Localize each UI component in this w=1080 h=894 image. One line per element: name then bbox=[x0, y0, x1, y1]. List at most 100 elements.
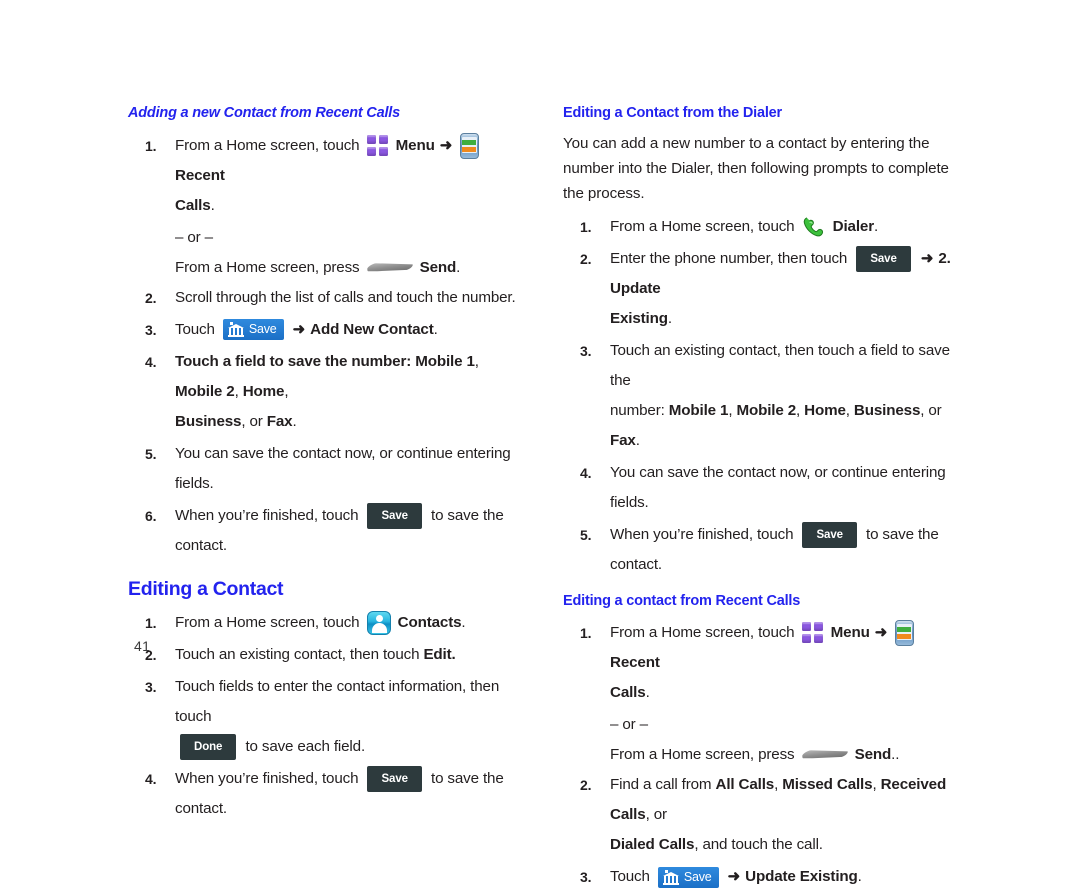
step-r1-1: 1. From a Home screen, touch Dialer. bbox=[563, 212, 963, 242]
dialer-handset-icon bbox=[802, 215, 826, 239]
intro-paragraph: You can add a new number to a contact by… bbox=[563, 134, 949, 202]
step-number: 2. bbox=[580, 250, 592, 267]
period: . bbox=[210, 196, 215, 214]
or-separator-r2: – or – bbox=[610, 716, 648, 734]
period: . bbox=[456, 258, 461, 276]
step-l1-5: 5. You can save the contact now, or cont… bbox=[128, 439, 528, 499]
done-button-dark[interactable]: Done bbox=[180, 734, 237, 761]
step-number: 3. bbox=[145, 679, 157, 696]
missed-calls-label: Missed Calls bbox=[782, 776, 873, 794]
heading-adding-new-contact-recent-calls: Adding a new Contact from Recent Calls bbox=[128, 105, 400, 121]
step-r1-2: 2. Enter the phone number, then touch Sa… bbox=[563, 244, 963, 334]
step-number: 3. bbox=[145, 321, 157, 338]
period: . bbox=[645, 684, 650, 702]
step-text: From a Home screen, touch bbox=[175, 136, 360, 154]
save-button-dark[interactable]: Save bbox=[856, 245, 911, 272]
period: .. bbox=[891, 746, 900, 764]
step-text: When you’re finished, touch bbox=[175, 506, 359, 524]
all-calls-label: All Calls bbox=[715, 776, 775, 794]
heading-editing-contact-from-dialer: Editing a Contact from the Dialer bbox=[563, 105, 782, 121]
arrow-icon: ➜ bbox=[439, 136, 453, 154]
edit-label: Edit. bbox=[423, 646, 456, 664]
or-separator-l1: – or – bbox=[175, 228, 213, 246]
step-text: Enter the phone number, then touch bbox=[610, 249, 848, 267]
contacts-person-icon bbox=[366, 611, 391, 636]
step-text: You can save the contact now, or continu… bbox=[610, 463, 946, 511]
step-text: Touch bbox=[175, 320, 215, 338]
dialer-label: Dialer bbox=[832, 217, 874, 235]
step-number: 5. bbox=[145, 445, 157, 462]
step-text: When you’re finished, touch bbox=[175, 770, 359, 788]
step-text-tail: to save each field. bbox=[245, 738, 366, 756]
right-column: Editing a Contact from the Dialer You ca… bbox=[563, 105, 963, 894]
heading-editing-a-contact: Editing a Contact bbox=[128, 577, 284, 600]
fax-label: Fax bbox=[610, 431, 636, 449]
step-l2-3: 3. Touch fields to enter the contact inf… bbox=[128, 672, 528, 762]
business-label: Business bbox=[175, 412, 242, 430]
step-number: 4. bbox=[145, 771, 157, 788]
recent-label: Recent bbox=[175, 166, 225, 184]
step-number: 1. bbox=[580, 218, 592, 235]
step-text-tail: , and touch the call. bbox=[694, 836, 823, 854]
calls-label: Calls bbox=[175, 196, 211, 214]
step-r2-3: 3. Touch Save ➜ Update Existing. bbox=[563, 862, 963, 892]
or-text: , or bbox=[645, 806, 667, 824]
arrow-icon: ➜ bbox=[292, 320, 306, 338]
step-text: From a Home screen, touch bbox=[610, 217, 795, 235]
contacts-label: Contacts bbox=[397, 614, 462, 632]
heading-editing-contact-from-recent-calls: Editing a contact from Recent Calls bbox=[563, 592, 801, 609]
step-l2-2: 2. Touch an existing contact, then touch… bbox=[128, 640, 528, 670]
save-button-dark[interactable]: Save bbox=[367, 766, 422, 793]
step-r1-5: 5. When you’re finished, touch Save to s… bbox=[563, 520, 963, 580]
step-number: 1. bbox=[145, 137, 157, 154]
step-number: 4. bbox=[145, 353, 157, 370]
send-hardware-key-icon bbox=[367, 259, 413, 277]
save-button-blue[interactable]: Save bbox=[222, 319, 284, 341]
period: . bbox=[667, 309, 672, 327]
menu-grid-icon bbox=[801, 622, 824, 644]
existing-option-label: Existing bbox=[610, 309, 668, 327]
step-number: 1. bbox=[580, 625, 592, 642]
step-text: Touch bbox=[610, 868, 650, 886]
step-number: 3. bbox=[580, 869, 592, 886]
mobile1-label: Mobile 1 bbox=[668, 401, 729, 419]
period: . bbox=[635, 431, 640, 449]
arrow-icon: ➜ bbox=[874, 624, 888, 642]
step-text: Touch fields to enter the contact inform… bbox=[175, 678, 500, 726]
mobile2-label: Mobile 2 bbox=[175, 382, 235, 400]
step-number: 3. bbox=[580, 342, 592, 359]
save-button-dark[interactable]: Save bbox=[367, 502, 422, 529]
save-button-blue[interactable]: Save bbox=[657, 866, 719, 888]
step-l1-4: 4. Touch a field to save the number: Mob… bbox=[128, 347, 528, 437]
calls-label: Calls bbox=[610, 684, 646, 702]
business-label: Business bbox=[853, 401, 921, 419]
step-number: 5. bbox=[580, 526, 592, 543]
save-button-label: Save bbox=[248, 322, 277, 337]
step-text: From a Home screen, touch bbox=[610, 624, 795, 642]
step-number: 4. bbox=[580, 464, 592, 481]
arrow-icon: ➜ bbox=[727, 868, 741, 886]
save-button-dark[interactable]: Save bbox=[802, 521, 857, 548]
save-button-label: Save bbox=[683, 869, 712, 884]
page-number: 41 bbox=[134, 638, 151, 654]
period: . bbox=[857, 868, 862, 886]
step-l2-1: 1. From a Home screen, touch Contacts. bbox=[128, 608, 528, 638]
step-r2-1: 1. From a Home screen, touch Menu ➜ Rece… bbox=[563, 618, 963, 708]
step-l1-1: 1. From a Home screen, touch Menu ➜ Rece… bbox=[128, 131, 528, 221]
step-l1-6: 6. When you’re finished, touch Save to s… bbox=[128, 501, 528, 561]
dialed-calls-label: Dialed Calls bbox=[610, 836, 695, 854]
step-text: From a Home screen, touch bbox=[175, 614, 360, 632]
alt-step-r2: From a Home screen, press Send.. bbox=[563, 740, 963, 770]
or-text: , or bbox=[241, 412, 263, 430]
period: . bbox=[292, 412, 297, 430]
manual-page: Adding a new Contact from Recent Calls 1… bbox=[0, 0, 1080, 888]
step-number: 2. bbox=[580, 777, 592, 794]
menu-grid-icon bbox=[366, 134, 389, 157]
menu-label: Menu bbox=[395, 136, 435, 154]
step-text: You can save the contact now, or continu… bbox=[175, 444, 511, 492]
add-new-contact-label: Add New Contact bbox=[310, 320, 434, 338]
alt-step-text: From a Home screen, press bbox=[175, 258, 360, 276]
period: . bbox=[461, 614, 466, 632]
mobile1-label: Mobile 1 bbox=[415, 352, 475, 370]
send-label: Send bbox=[419, 258, 457, 276]
